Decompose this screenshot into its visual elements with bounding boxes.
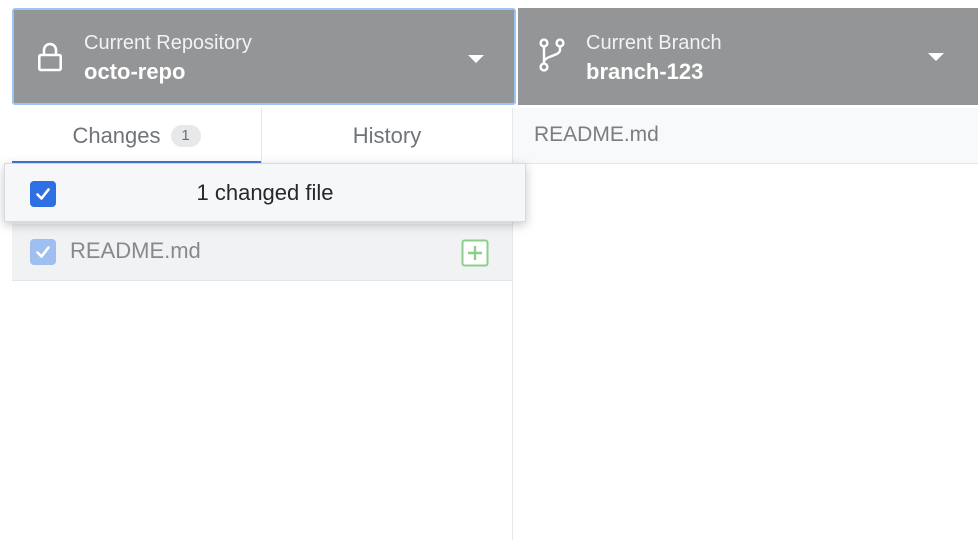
lock-icon [37, 42, 62, 72]
tab-history[interactable]: History [261, 108, 512, 164]
sidebar-tab-bar: Changes 1 History [12, 108, 512, 164]
changes-count-badge: 1 [170, 125, 201, 147]
changed-files-header: 1 changed file [4, 163, 526, 222]
current-branch-label: Current Branch [586, 32, 722, 54]
file-added-icon [461, 239, 489, 267]
current-repository-button[interactable]: Current Repository octo-repo [12, 8, 516, 105]
tab-changes[interactable]: Changes 1 [12, 108, 261, 164]
changed-file-name: README.md [70, 238, 201, 263]
tab-history-label: History [352, 123, 422, 148]
chevron-down-icon [928, 53, 944, 61]
current-branch-button[interactable]: Current Branch branch-123 [518, 8, 978, 105]
diff-file-path: README.md [534, 123, 659, 146]
checkmark-icon [36, 246, 50, 258]
current-repository-label: Current Repository [84, 32, 252, 54]
current-repository-name: octo-repo [84, 59, 186, 84]
changed-files-count: 1 changed file [196, 180, 334, 205]
diff-header: README.md [513, 108, 978, 164]
git-branch-icon [539, 38, 565, 72]
changed-file-row[interactable]: README.md [12, 224, 512, 281]
tab-changes-label: Changes [72, 123, 161, 148]
file-include-checkbox[interactable] [30, 239, 56, 265]
chevron-down-icon [468, 55, 484, 63]
current-branch-name: branch-123 [586, 59, 704, 84]
